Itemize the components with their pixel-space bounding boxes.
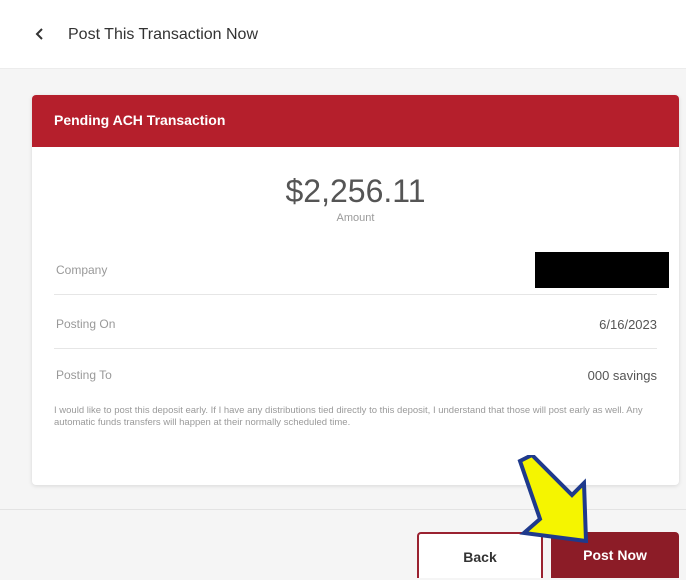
arrow-pointer-icon	[517, 455, 589, 543]
posting-to-value: 000 savings	[587, 368, 657, 383]
transaction-card: Pending ACH Transaction $2,256.11 Amount…	[32, 95, 679, 485]
company-row: Company	[54, 248, 669, 295]
posting-to-row: Posting To 000 savings	[54, 353, 657, 399]
posting-on-row: Posting On 6/16/2023	[54, 302, 657, 349]
posting-on-value: 6/16/2023	[599, 317, 657, 332]
disclaimer-text: I would like to post this deposit early.…	[54, 405, 643, 428]
page-title: Post This Transaction Now	[68, 26, 259, 43]
posting-on-label: Posting On	[56, 317, 116, 331]
chevron-left-icon[interactable]	[30, 24, 50, 44]
amount-label: Amount	[336, 212, 375, 224]
page-header: Post This Transaction Now	[0, 0, 686, 69]
card-header: Pending ACH Transaction	[32, 95, 679, 147]
card-title: Pending ACH Transaction	[54, 112, 226, 128]
redacted-block	[535, 252, 669, 288]
posting-to-label: Posting To	[56, 368, 112, 382]
amount-value: $2,256.11	[285, 173, 426, 209]
company-label: Company	[56, 263, 108, 277]
